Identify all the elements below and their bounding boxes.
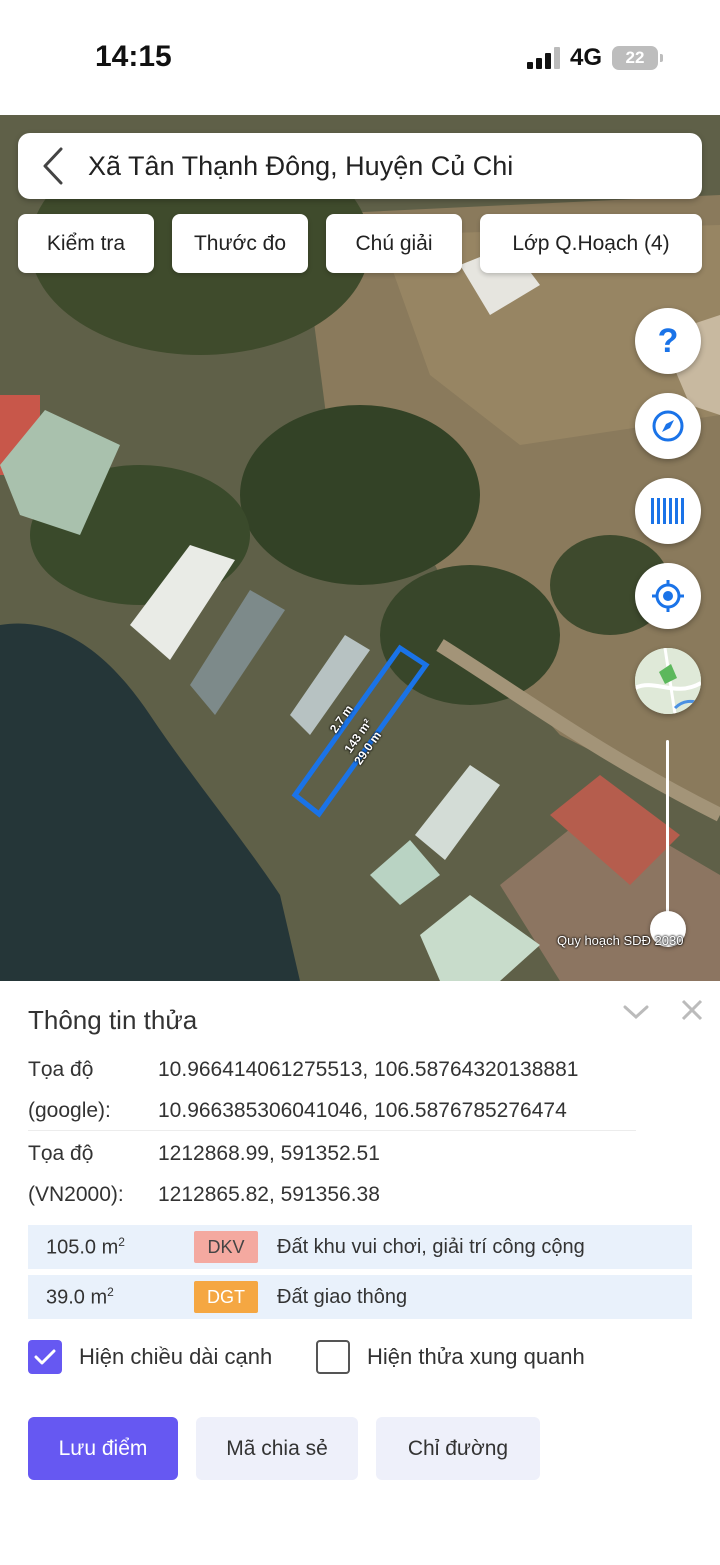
check-chip[interactable]: Kiểm tra [18, 214, 154, 273]
network-type: 4G [569, 44, 602, 71]
map-thumbnail-icon [635, 648, 701, 714]
checkbox-label: Hiện thửa xung quanh [367, 1344, 585, 1369]
satellite-map[interactable]: 2.7 m 143 m² 29.0 m Xã Tân Thạnh Đông, H… [0, 115, 720, 981]
status-bar: 14:15 4G 22 [0, 0, 720, 115]
status-time: 14:15 [95, 40, 172, 73]
crosshair-icon [652, 580, 684, 612]
planning-layers-chip[interactable]: Lớp Q.Hoạch (4) [480, 214, 702, 273]
barcode-button[interactable] [635, 478, 701, 544]
back-icon[interactable] [18, 133, 88, 199]
share-code-button[interactable]: Mã chia sẻ [196, 1417, 358, 1480]
panel-title: Thông tin thửa [28, 1005, 198, 1035]
land-area: 105.0 m2 [46, 1234, 125, 1259]
coord-google-label: Tọa độ [28, 1058, 94, 1081]
checkbox-checked[interactable] [28, 1340, 62, 1374]
save-point-button[interactable]: Lưu điểm [28, 1417, 178, 1480]
coord-google-value-1: 10.966414061275513, 106.58764320138881 [158, 1058, 579, 1081]
land-use-row: 105.0 m2 DKV Đất khu vui chơi, giải trí … [28, 1225, 692, 1269]
location-title: Xã Tân Thạnh Đông, Huyện Củ Chi [88, 150, 514, 181]
land-area: 39.0 m2 [46, 1284, 114, 1309]
compass-button[interactable] [635, 393, 701, 459]
land-code-badge: DGT [194, 1281, 258, 1313]
directions-button[interactable]: Chỉ đường [376, 1417, 540, 1480]
collapse-button[interactable] [622, 1001, 650, 1026]
checkmark-icon [34, 1349, 56, 1365]
divider [28, 1130, 636, 1131]
coord-google-value-2: 10.966385306041046, 106.5876785276474 [158, 1099, 567, 1122]
coord-vn2000-label: Tọa độ [28, 1142, 94, 1165]
close-icon [681, 999, 703, 1021]
checkbox-label: Hiện chiều dài cạnh [79, 1344, 273, 1369]
planning-layer-caption: Quy hoạch SDĐ 2030 [557, 933, 684, 948]
legend-chip[interactable]: Chú giải [326, 214, 462, 273]
show-edge-length-toggle[interactable]: Hiện chiều dài cạnh [28, 1340, 272, 1374]
compass-icon [652, 410, 684, 442]
chevron-down-icon [623, 1005, 649, 1020]
help-button[interactable]: ? [635, 308, 701, 374]
help-icon: ? [657, 321, 679, 360]
land-description: Đất giao thông [277, 1285, 408, 1308]
land-description: Đất khu vui chơi, giải trí công cộng [277, 1235, 585, 1258]
map-toolbar: Kiểm tra Thước đo Chú giải Lớp Q.Hoạch (… [18, 214, 702, 273]
close-button[interactable] [680, 998, 704, 1027]
status-icons: 4G 22 [526, 44, 663, 72]
signal-icon [526, 47, 560, 69]
checkbox-unchecked[interactable] [316, 1340, 350, 1374]
land-use-row: 39.0 m2 DGT Đất giao thông [28, 1275, 692, 1319]
coord-vn2000-value-2: 1212865.82, 591356.38 [158, 1183, 380, 1206]
map-layer-button[interactable] [635, 648, 701, 714]
ruler-chip[interactable]: Thước đo [172, 214, 308, 273]
location-bar[interactable]: Xã Tân Thạnh Đông, Huyện Củ Chi [18, 133, 702, 199]
barcode-icon [651, 498, 684, 524]
coord-vn2000-value-1: 1212868.99, 591352.51 [158, 1142, 380, 1165]
my-location-button[interactable] [635, 563, 701, 629]
battery-icon: 22 [612, 46, 663, 70]
coord-vn2000-sublabel: (VN2000): [28, 1183, 124, 1206]
land-code-badge: DKV [194, 1231, 258, 1263]
coord-google-sublabel: (google): [28, 1099, 111, 1122]
opacity-slider-track[interactable] [666, 740, 669, 930]
battery-level: 22 [625, 48, 645, 67]
show-neighbors-toggle[interactable]: Hiện thửa xung quanh [316, 1340, 585, 1374]
